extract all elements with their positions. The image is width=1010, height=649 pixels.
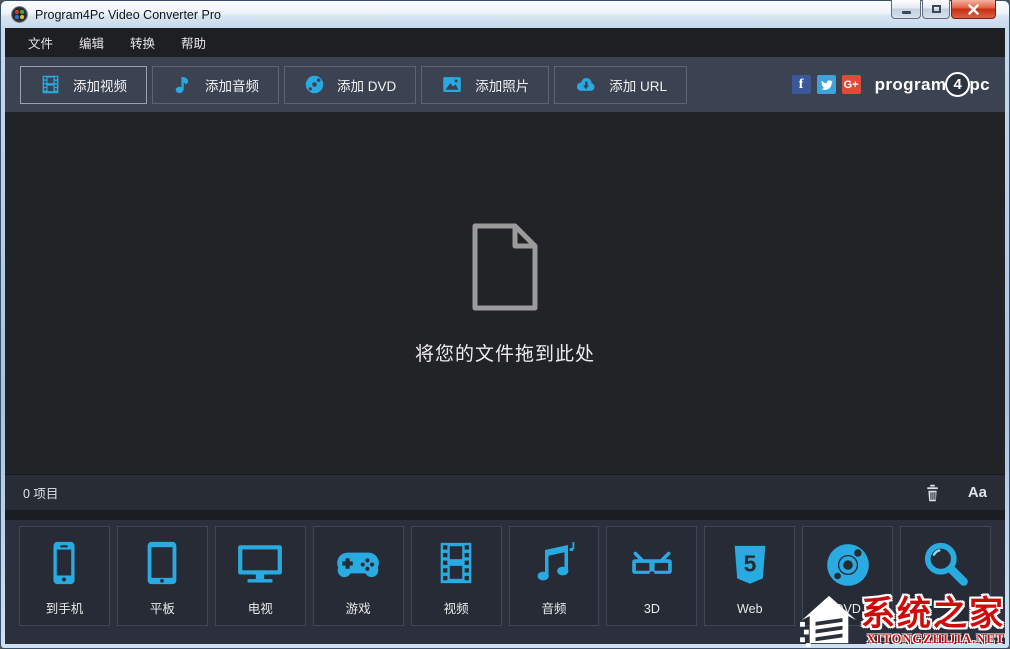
tv-icon <box>235 538 285 588</box>
close-button[interactable] <box>951 0 996 19</box>
format-tile-phone[interactable]: 到手机 <box>19 526 110 626</box>
format-tile-games[interactable]: 游戏 <box>313 526 404 626</box>
window-title: Program4Pc Video Converter Pro <box>35 8 221 22</box>
gamepad-icon <box>333 538 383 588</box>
menu-file[interactable]: 文件 <box>15 27 66 58</box>
logo-circle-4: 4 <box>945 72 970 97</box>
facebook-glyph: f <box>799 77 804 93</box>
window-content: 文件 编辑 转换 帮助 添加视频 <box>5 28 1005 644</box>
format-tile-web[interactable]: 5 Web <box>704 526 795 626</box>
format-tile-search[interactable] <box>900 526 991 626</box>
add-audio-button[interactable]: 添加音频 <box>152 66 279 104</box>
add-photo-label: 添加照片 <box>475 75 529 95</box>
music-icon <box>530 538 578 588</box>
add-dvd-label: 添加 DVD <box>337 75 396 95</box>
format-label: 视频 <box>444 598 469 617</box>
maximize-button[interactable] <box>922 0 950 19</box>
logo-text-left: program <box>875 75 947 95</box>
close-icon <box>968 4 979 15</box>
window-controls <box>890 0 996 19</box>
phone-icon <box>41 538 87 588</box>
add-video-button[interactable]: 添加视频 <box>20 66 147 104</box>
item-count: 0 项目 <box>23 483 58 502</box>
3d-glasses-icon <box>626 540 678 590</box>
format-tile-video[interactable]: 视频 <box>411 526 502 626</box>
add-url-icon <box>574 74 597 95</box>
format-tile-3d[interactable]: 3D <box>606 526 697 626</box>
add-dvd-icon <box>304 74 325 95</box>
output-format-bar: 到手机 平板 <box>5 520 1005 644</box>
file-dropzone[interactable]: 将您的文件拖到此处 <box>5 112 1005 474</box>
add-photo-icon <box>441 74 463 95</box>
search-icon <box>921 540 971 590</box>
google-plus-icon[interactable]: G+ <box>842 75 861 94</box>
dropzone-message: 将您的文件拖到此处 <box>415 339 595 366</box>
titlebar: Program4Pc Video Converter Pro <box>0 0 1010 28</box>
font-size-button[interactable]: Aa <box>968 484 987 501</box>
file-icon <box>467 221 543 313</box>
format-label: Web <box>737 602 762 617</box>
format-tile-tablet[interactable]: 平板 <box>117 526 208 626</box>
toolbar: 添加视频 添加音频 <box>5 57 1005 112</box>
trash-icon <box>925 484 940 502</box>
statusbar: 0 项目 Aa <box>5 474 1005 510</box>
app-window: Program4Pc Video Converter Pro 文件 编辑 转换 … <box>0 0 1010 649</box>
maximize-icon <box>932 5 941 13</box>
format-label: DVD <box>835 602 861 617</box>
add-audio-icon <box>172 74 193 95</box>
svg-text:5: 5 <box>743 550 756 576</box>
logo-text-right: pc <box>969 75 990 95</box>
panel-separator <box>5 510 1005 520</box>
program4pc-logo: program 4 pc <box>875 72 990 97</box>
format-tile-tv[interactable]: 电视 <box>215 526 306 626</box>
window-frame: 文件 编辑 转换 帮助 添加视频 <box>0 28 1010 649</box>
minimize-button[interactable] <box>891 0 921 19</box>
film-icon <box>433 538 479 588</box>
clear-list-button[interactable] <box>925 484 940 502</box>
format-label: 音频 <box>541 598 566 617</box>
minimize-icon <box>902 11 911 14</box>
format-label: 电视 <box>248 598 273 617</box>
add-audio-label: 添加音频 <box>205 75 259 95</box>
menu-help[interactable]: 帮助 <box>168 27 219 58</box>
menu-convert[interactable]: 转换 <box>117 27 168 58</box>
format-tile-dvd[interactable]: DVD <box>802 526 893 626</box>
add-video-label: 添加视频 <box>73 75 127 95</box>
google-plus-glyph: G+ <box>844 79 859 91</box>
format-label: 游戏 <box>346 598 371 617</box>
facebook-icon[interactable]: f <box>792 75 811 94</box>
menubar: 文件 编辑 转换 帮助 <box>5 28 1005 57</box>
html5-icon: 5 <box>727 540 773 590</box>
add-video-icon <box>40 74 61 95</box>
menu-edit[interactable]: 编辑 <box>66 27 117 58</box>
dvd-icon <box>823 540 873 590</box>
font-size-icon: Aa <box>968 484 987 501</box>
tablet-icon <box>139 538 185 588</box>
twitter-icon[interactable] <box>817 75 836 94</box>
add-dvd-button[interactable]: 添加 DVD <box>284 66 416 104</box>
format-label: 3D <box>644 602 660 617</box>
add-url-button[interactable]: 添加 URL <box>554 66 687 104</box>
twitter-bird-icon <box>820 78 833 91</box>
app-icon <box>11 6 28 23</box>
add-url-label: 添加 URL <box>609 75 667 95</box>
format-label: 到手机 <box>46 598 84 617</box>
format-label: 平板 <box>150 598 175 617</box>
format-tile-audio[interactable]: 音频 <box>509 526 600 626</box>
add-photo-button[interactable]: 添加照片 <box>421 66 549 104</box>
